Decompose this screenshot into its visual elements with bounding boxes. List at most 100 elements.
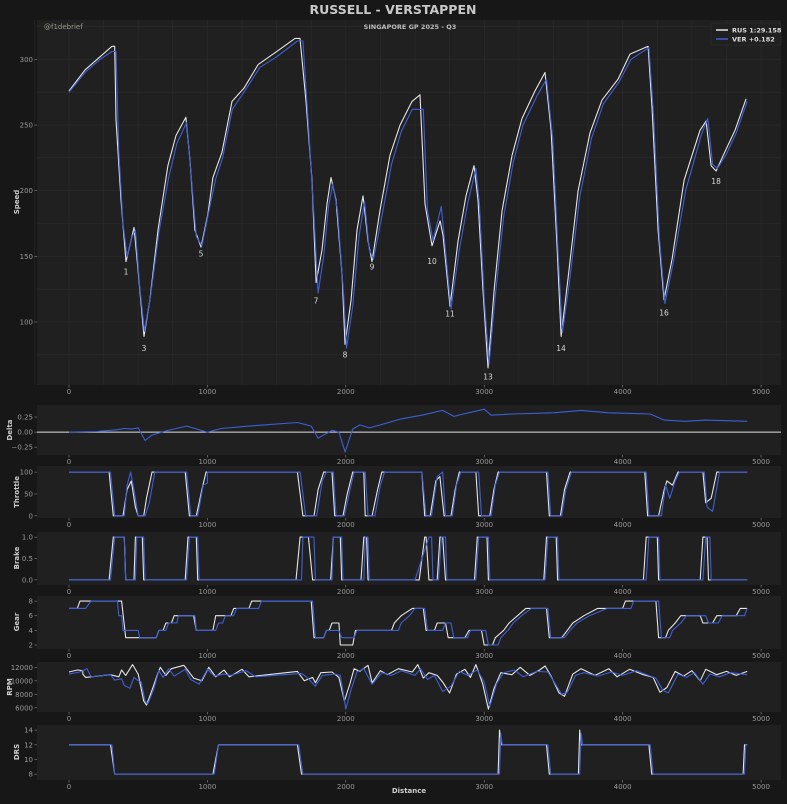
corner-label: 13 [483,373,493,382]
delta-x-tick-label: 2000 [337,458,355,466]
drs-y-tick-label: 10 [24,756,33,764]
drs-y-axis-label: DRS [13,744,21,760]
throttle-y-tick-label: 0 [29,512,33,520]
speed-x-tick-label: 3000 [475,388,493,396]
x-axis-label: Distance [392,787,427,795]
drs-x-tick-label: 4000 [614,783,632,791]
corner-label: 10 [427,257,437,266]
drs-x-tick-label: 3000 [475,783,493,791]
rpm-y-tick-label: 6000 [15,704,33,712]
throttle-x-tick-label: 3000 [475,521,493,529]
speed-y-tick-label: 300 [20,56,33,64]
gear-x-tick-label: 4000 [614,652,632,660]
speed-y-tick-label: 100 [20,318,33,326]
speed-y-tick-label: 250 [20,122,33,130]
corner-label: 1 [124,268,129,277]
speed-x-tick-label: 1000 [198,388,216,396]
corner-label: 11 [445,310,455,319]
throttle-x-tick-label: 0 [67,521,71,529]
speed-y-axis-label: Speed [13,190,21,215]
delta-y-tick-label: −0.25 [12,444,33,452]
rpm-x-tick-label: 5000 [752,715,770,723]
rpm-y-tick-label: 8000 [15,691,33,699]
drs-x-tick-label: 5000 [752,783,770,791]
brake-y-tick-label: 0.5 [22,555,33,563]
delta-y-tick-label: 0.25 [17,414,33,422]
throttle-y-tick-label: 100 [20,469,33,477]
speed-x-tick-label: 4000 [614,388,632,396]
drs-y-tick-label: 12 [24,741,33,749]
rpm-panel [37,662,781,712]
brake-x-tick-label: 5000 [752,588,770,596]
corner-label: 8 [343,350,348,359]
speed-y-tick-label: 200 [20,187,33,195]
chart-title: RUSSELL - VERSTAPPEN [310,2,477,17]
gear-x-tick-label: 2000 [337,652,355,660]
rpm-x-tick-label: 3000 [475,715,493,723]
speed-panel [37,20,781,385]
throttle-y-tick-label: 50 [24,490,33,498]
panels: 0 1000 2000 3000 4000 5000100150200250300Spee… [6,20,781,791]
rpm-x-tick-label: 1000 [198,715,216,723]
drs-x-tick-label: 2000 [337,783,355,791]
corner-label: 14 [556,344,566,353]
throttle-x-tick-label: 2000 [337,521,355,529]
brake-y-axis-label: Brake [13,546,21,569]
corner-label: 18 [711,177,721,186]
telemetry-figure: RUSSELL - VERSTAPPEN 0 1000 2000 3000 4000 50… [0,0,787,800]
rpm-x-tick-label: 0 [67,715,71,723]
speed-y-tick-label: 150 [20,253,33,261]
gear-y-tick-label: 4 [29,627,34,635]
drs-x-tick-label: 1000 [198,783,216,791]
gear-y-axis-label: Gear [13,612,21,631]
legend-label-rus: RUS 1:29.158 [732,27,782,35]
gear-x-tick-label: 3000 [475,652,493,660]
gear-y-tick-label: 2 [29,641,33,649]
brake-y-tick-label: 0.0 [22,576,33,584]
speed-x-tick-label: 5000 [752,388,770,396]
delta-panel [37,405,781,455]
delta-x-tick-label: 3000 [475,458,493,466]
corner-label: 16 [659,308,669,317]
gear-panel [37,596,781,649]
delta-y-tick-label: 0.00 [17,429,33,437]
corner-label: 5 [199,249,204,258]
throttle-panel [37,466,781,518]
corner-label: 3 [142,344,147,353]
drs-x-tick-label: 0 [67,783,71,791]
throttle-x-tick-label: 4000 [614,521,632,529]
drs-panel [37,725,781,780]
watermark: @f1debrief [44,23,83,31]
rpm-x-tick-label: 4000 [614,715,632,723]
brake-panel [37,532,781,585]
drs-y-tick-label: 14 [24,727,33,735]
gear-x-tick-label: 1000 [198,652,216,660]
delta-x-tick-label: 0 [67,458,71,466]
brake-x-tick-label: 4000 [614,588,632,596]
throttle-y-axis-label: Throttle [13,476,21,508]
corner-label: 9 [370,262,375,271]
throttle-x-tick-label: 5000 [752,521,770,529]
gear-y-tick-label: 6 [29,612,34,620]
rpm-y-tick-label: 12000 [11,664,33,672]
speed-x-tick-label: 0 [67,388,71,396]
gear-x-tick-label: 0 [67,652,71,660]
rpm-y-tick-label: 10000 [11,677,33,685]
drs-y-tick-label: 8 [29,771,33,779]
legend: RUS 1:29.158 VER +0.182 [710,22,782,46]
corner-label: 7 [314,297,319,306]
brake-x-tick-label: 0 [67,588,71,596]
brake-x-tick-label: 2000 [337,588,355,596]
rpm-x-tick-label: 2000 [337,715,355,723]
delta-x-tick-label: 5000 [752,458,770,466]
gear-y-tick-label: 8 [29,598,33,606]
speed-x-tick-label: 2000 [337,388,355,396]
delta-x-tick-label: 4000 [614,458,632,466]
brake-x-tick-label: 1000 [198,588,216,596]
rpm-y-axis-label: RPM [6,678,14,696]
gear-x-tick-label: 5000 [752,652,770,660]
delta-x-tick-label: 1000 [198,458,216,466]
brake-y-tick-label: 1.0 [22,534,33,542]
chart-subtitle: SINGAPORE GP 2025 - Q3 [364,23,457,31]
brake-x-tick-label: 3000 [475,588,493,596]
